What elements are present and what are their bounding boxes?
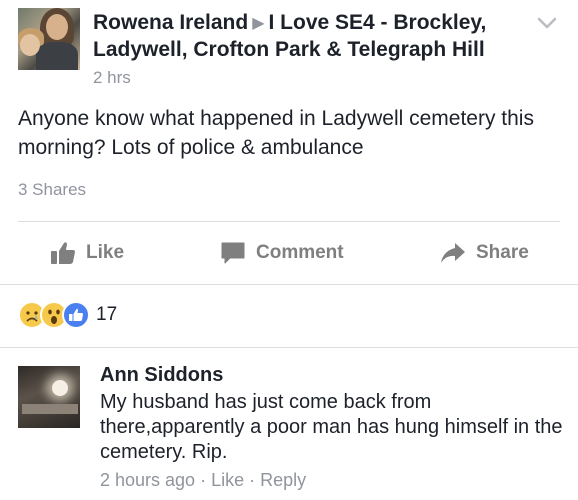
author-avatar[interactable] [18, 8, 80, 70]
chevron-down-icon[interactable] [536, 12, 558, 34]
comment-icon [221, 242, 245, 264]
reaction-count: 17 [96, 304, 118, 325]
comment-item: Ann Siddons My husband has just come bac… [18, 364, 570, 494]
divider [0, 284, 578, 285]
comment-label: Comment [256, 242, 344, 263]
comment-timestamp[interactable]: 2 hours ago [100, 470, 195, 490]
action-bar: Like Comment Share [0, 232, 578, 274]
thumbs-up-icon [51, 242, 75, 264]
share-arrow-icon [441, 243, 465, 263]
share-button[interactable]: Share [440, 232, 529, 274]
shares-count[interactable]: 3 Shares [18, 180, 86, 200]
comment-text: My husband has just come back from there… [100, 391, 563, 463]
post-title: Rowena Ireland ▶ I Love SE4 - Brockley, La… [93, 10, 533, 63]
commenter-name[interactable]: Ann Siddons [100, 364, 223, 387]
post-card: Rowena Ireland ▶ I Love SE4 - Brockley, La… [0, 0, 578, 500]
separator: · [244, 470, 261, 490]
commenter-avatar[interactable] [18, 366, 80, 428]
author-name[interactable]: Rowena Ireland [93, 11, 248, 34]
post-text: Anyone know what happened in Ladywell ce… [18, 107, 534, 159]
comment-reply-link[interactable]: Reply [260, 470, 306, 490]
comment-meta: 2 hours ago · Like · Reply [100, 470, 306, 491]
post-header: Rowena Ireland ▶ I Love SE4 - Brockley, La… [18, 8, 570, 88]
divider [0, 347, 578, 348]
post-timestamp[interactable]: 2 hrs [93, 68, 131, 88]
separator: · [195, 470, 212, 490]
reactions-summary[interactable]: 17 [18, 300, 117, 330]
like-button[interactable]: Like [50, 232, 124, 274]
comment-like-link[interactable]: Like [211, 470, 244, 490]
share-label: Share [476, 242, 529, 263]
comment-button[interactable]: Comment [220, 232, 344, 274]
arrow-right-icon: ▶ [252, 15, 265, 32]
like-reaction-icon [62, 301, 90, 329]
divider [18, 221, 560, 222]
like-label: Like [86, 242, 125, 263]
